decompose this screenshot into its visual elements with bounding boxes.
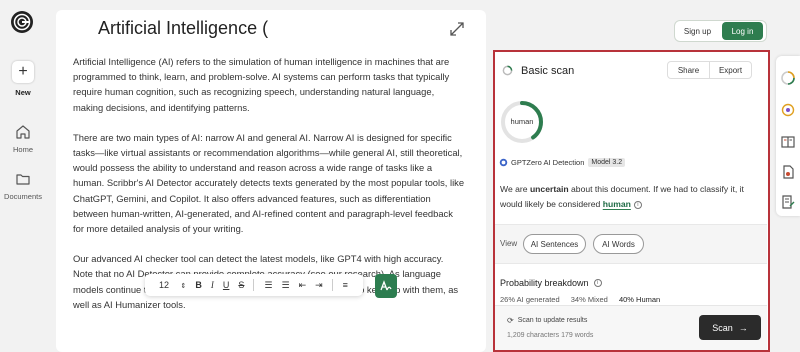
- verdict-text: We are uncertain about this document. If…: [500, 182, 764, 212]
- prob-ai: 26% AI generated: [500, 295, 560, 304]
- scan-title: Basic scan: [521, 65, 575, 77]
- underline-icon[interactable]: U: [223, 280, 230, 290]
- stepper-icon: ⇕: [180, 283, 187, 290]
- document-check-icon[interactable]: [780, 164, 796, 180]
- align-icon[interactable]: ≡: [343, 280, 348, 290]
- ai-pen-icon: [380, 280, 392, 291]
- right-tool-column: [776, 56, 800, 216]
- numbered-list-icon[interactable]: ☰: [264, 280, 272, 291]
- font-size-value: 12: [159, 280, 170, 290]
- scan-button-label: Scan: [712, 322, 733, 333]
- scan-footer: ⟳ Scan to update results 1,209 character…: [495, 305, 767, 350]
- signup-button[interactable]: Sign up: [675, 27, 720, 36]
- character-count: 1,209 characters 179 words: [507, 332, 594, 339]
- toolbar-divider: [253, 279, 255, 291]
- result-label: human: [510, 117, 534, 126]
- detector-name: GPTZero AI Detection: [511, 158, 585, 167]
- probability-title: Probability breakdown i: [500, 278, 602, 288]
- new-label: New: [15, 88, 31, 97]
- documents-label[interactable]: Documents: [0, 192, 46, 201]
- expand-icon[interactable]: [446, 18, 468, 40]
- view-bar: View AI Sentences AI Words: [495, 224, 767, 264]
- document-title[interactable]: Artificial Intelligence (: [98, 18, 268, 39]
- new-document-button[interactable]: +: [12, 61, 34, 83]
- view-label: View: [500, 239, 518, 248]
- detector-line: GPTZero AI Detection Model 3.2: [499, 158, 626, 167]
- info-icon[interactable]: i: [633, 200, 642, 209]
- ai-assist-button[interactable]: [375, 274, 397, 298]
- info-icon[interactable]: i: [593, 279, 602, 287]
- italic-icon[interactable]: I: [211, 280, 214, 290]
- paragraph[interactable]: Artificial Intelligence (AI) refers to t…: [73, 54, 465, 115]
- export-button[interactable]: Export: [710, 62, 751, 78]
- font-size-select[interactable]: 12 ⇕: [159, 280, 186, 290]
- scan-button[interactable]: Scan →: [699, 315, 761, 340]
- probability-title-text: Probability breakdown: [500, 278, 589, 288]
- verdict-class[interactable]: human: [603, 199, 631, 209]
- book-icon[interactable]: [780, 134, 796, 150]
- probability-row: 26% AI generated 34% Mixed 40% Human: [500, 295, 669, 304]
- prob-mixed: 34% Mixed: [570, 295, 608, 304]
- gptzero-icon: [499, 158, 508, 167]
- scan-status-icon: [502, 65, 513, 76]
- format-toolbar: 12 ⇕ B I U S ☰ ☰ ⇤ ⇥ ≡: [145, 274, 363, 296]
- strikethrough-icon[interactable]: S: [238, 280, 244, 290]
- edit-document-icon[interactable]: [780, 194, 796, 210]
- scan-header: Basic scan Share Export: [495, 52, 767, 90]
- verdict-pre: We are: [500, 184, 530, 194]
- home-label[interactable]: Home: [0, 145, 46, 154]
- arrow-right-icon: →: [738, 322, 748, 333]
- share-button[interactable]: Share: [668, 62, 710, 78]
- app-logo-icon[interactable]: [10, 10, 34, 34]
- prob-human: 40% Human: [618, 295, 661, 304]
- source-tool-icon[interactable]: [780, 102, 796, 118]
- left-rail: + New Home Documents: [0, 0, 46, 352]
- auth-group: Sign up Log in: [674, 20, 767, 42]
- toolbar-divider: [331, 279, 333, 291]
- model-badge: Model 3.2: [588, 158, 626, 167]
- document-editor[interactable]: Artificial Intelligence ( Artificial Int…: [56, 10, 486, 352]
- home-icon[interactable]: [15, 124, 31, 140]
- share-export-group: Share Export: [667, 61, 752, 79]
- plus-icon: +: [18, 63, 28, 80]
- refresh-icon: ⟳: [507, 316, 514, 325]
- update-hint: ⟳ Scan to update results: [507, 316, 587, 325]
- verdict-uncertain: uncertain: [529, 184, 569, 194]
- ai-words-button[interactable]: AI Words: [593, 234, 644, 254]
- bold-icon[interactable]: B: [195, 280, 202, 290]
- indent-icon[interactable]: ⇥: [315, 280, 323, 291]
- ai-sentences-button[interactable]: AI Sentences: [523, 234, 586, 254]
- folder-icon[interactable]: [15, 171, 31, 187]
- scan-panel: Basic scan Share Export human GPTZero AI…: [493, 50, 770, 352]
- paragraph[interactable]: There are two main types of AI: narrow A…: [73, 130, 465, 236]
- bullet-list-icon[interactable]: ☰: [282, 280, 290, 291]
- outdent-icon[interactable]: ⇤: [299, 280, 307, 291]
- login-button[interactable]: Log in: [722, 22, 763, 40]
- scan-tool-icon[interactable]: [780, 70, 796, 86]
- update-text: Scan to update results: [517, 317, 588, 324]
